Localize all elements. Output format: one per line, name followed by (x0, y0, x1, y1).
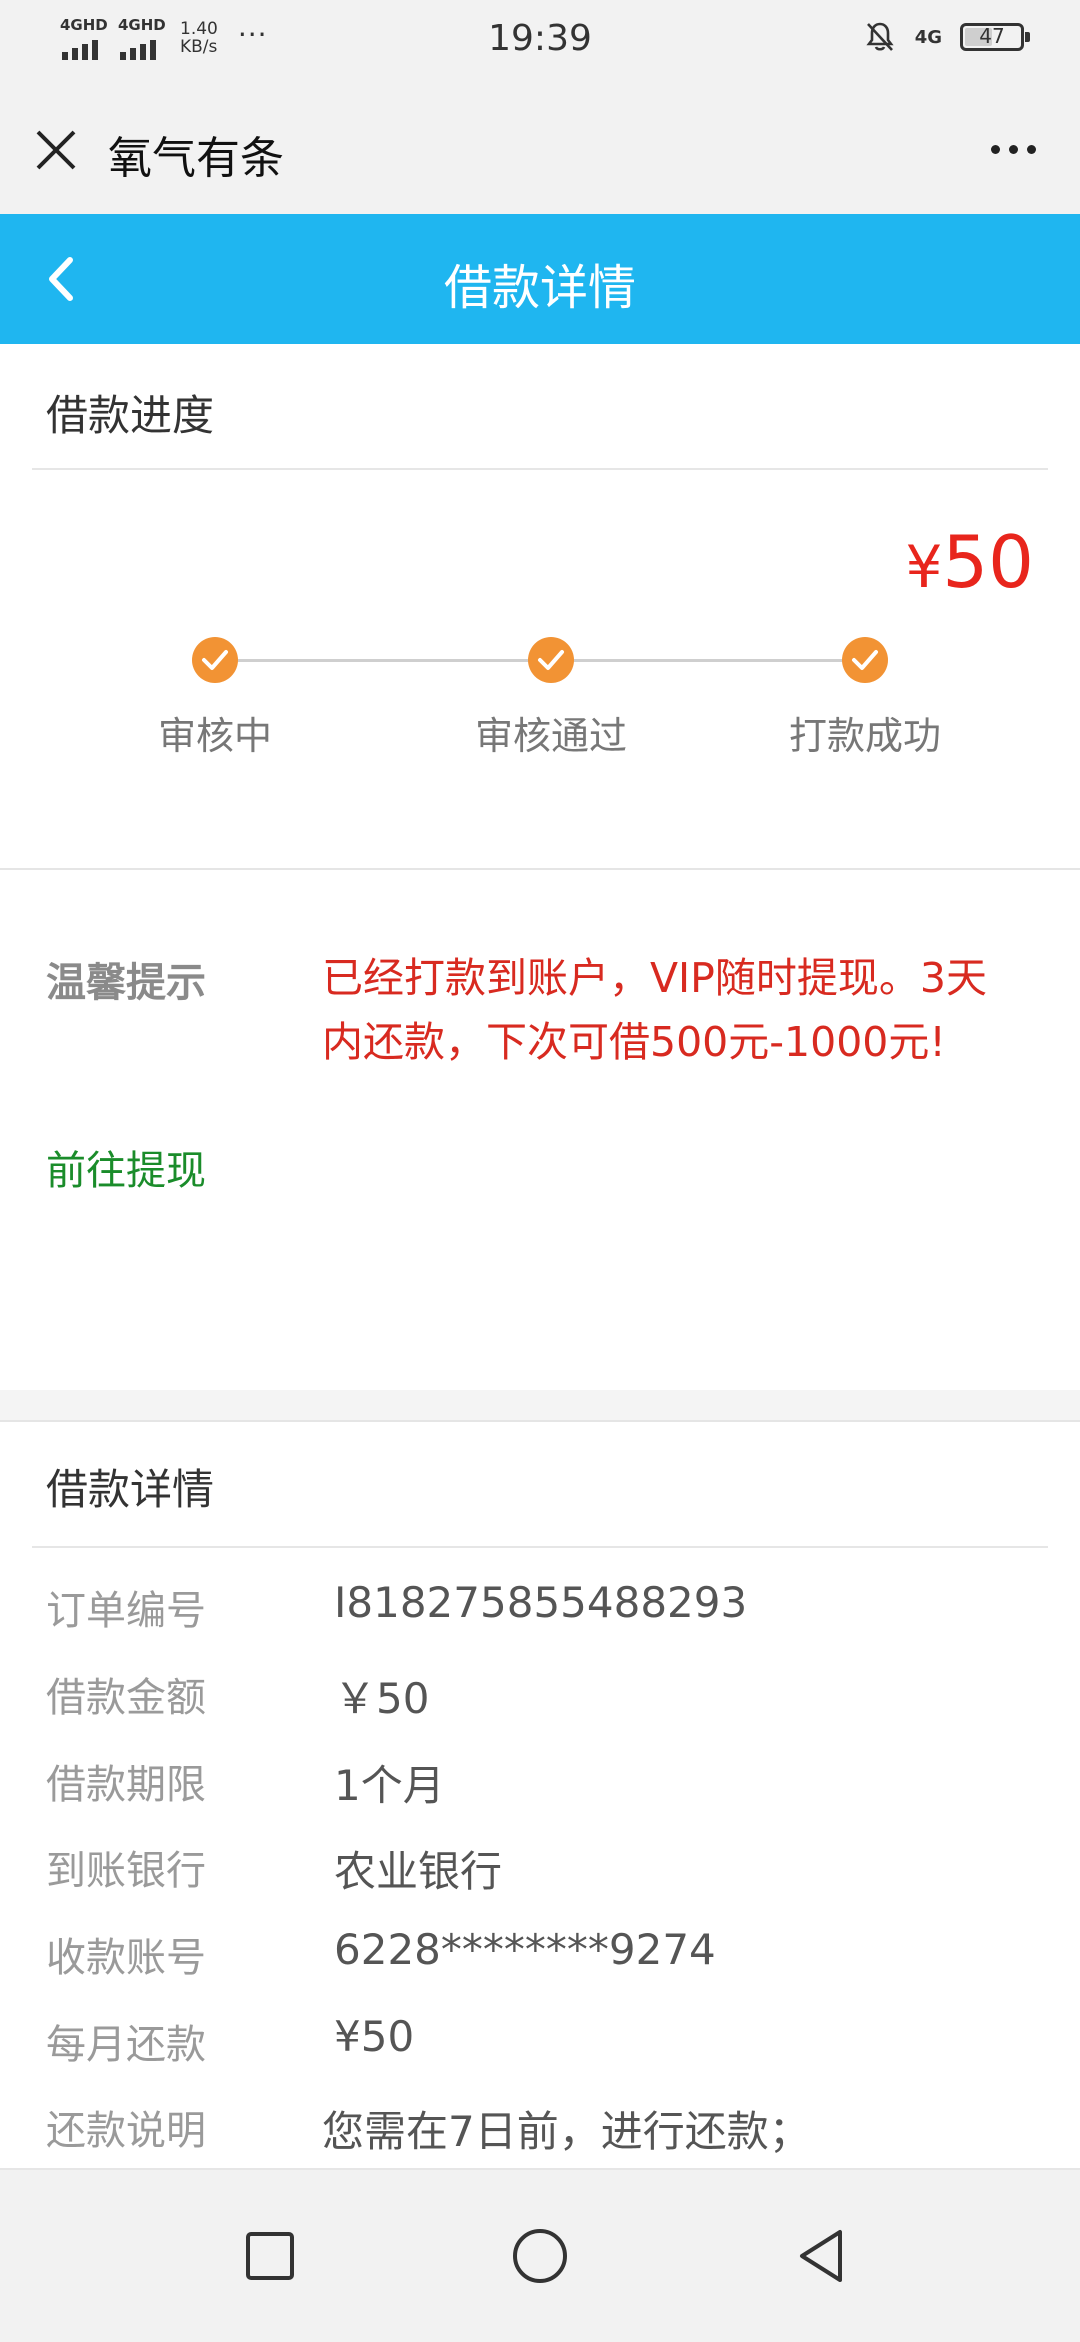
status-bar: 4GHD 4GHD 1.40 KB/s ··· 19:39 4G 47 (0, 0, 1080, 84)
close-button[interactable] (32, 126, 80, 174)
square-icon (246, 2232, 294, 2280)
status-right: 4G 47 (863, 20, 1030, 54)
detail-row-monthly-repayment: 每月还款 ¥50 (0, 2012, 1080, 2072)
detail-key: 借款金额 (46, 1675, 206, 1721)
step-label-approved: 审核通过 (474, 714, 627, 758)
section-divider (0, 868, 1080, 870)
close-icon (36, 130, 76, 170)
battery-icon: 47 (960, 23, 1030, 51)
recent-apps-button[interactable] (238, 2224, 302, 2288)
more-button[interactable] (978, 124, 1048, 174)
progress-section-title: 借款进度 (46, 391, 215, 440)
amount-value: 50 (942, 520, 1034, 604)
tip-label: 温馨提示 (46, 960, 206, 1006)
step-label-paid: 打款成功 (788, 714, 941, 758)
detail-key: 每月还款 (46, 2022, 206, 2068)
circle-icon (513, 2229, 567, 2283)
step-check-icon (528, 637, 574, 683)
tip-text: 已经打款到账户，VIP随时提现。3天内还款，下次可借500元-1000元! (322, 954, 987, 1066)
detail-value: ￥50 (334, 1674, 430, 1723)
detail-row-repayment-note: 还款说明 您需在7日前，进行还款； (0, 2098, 1080, 2158)
detail-value: I818275855488293 (334, 1578, 748, 1627)
step-check-icon (192, 637, 238, 683)
detail-value: 您需在7日前，进行还款； (322, 2107, 811, 2156)
detail-row-bank: 到账银行 农业银行 (0, 1838, 1080, 1898)
detail-key: 到账银行 (46, 1848, 206, 1894)
system-back-button[interactable] (790, 2224, 854, 2288)
detail-value: 1个月 (334, 1761, 445, 1810)
details-section-title: 借款详情 (46, 1465, 215, 1514)
triangle-back-icon (800, 2230, 842, 2282)
currency-symbol: ¥ (905, 533, 943, 601)
detail-value: 农业银行 (334, 1847, 503, 1896)
divider (32, 468, 1048, 470)
step-label-reviewing: 审核中 (157, 714, 272, 758)
step-check-icon (842, 637, 888, 683)
bell-muted-icon (866, 22, 894, 51)
loan-amount: ¥50 (905, 520, 1034, 604)
detail-value: ¥50 (334, 2012, 415, 2061)
section-gap (0, 1390, 1080, 1422)
section-divider (0, 1420, 1080, 1422)
detail-row-loan-amount: 借款金额 ￥50 (0, 1665, 1080, 1725)
app-title: 氧气有条 (108, 133, 284, 184)
detail-key: 订单编号 (46, 1588, 206, 1634)
detail-key: 借款期限 (46, 1762, 206, 1808)
divider (32, 1546, 1048, 1548)
detail-key: 还款说明 (46, 2108, 206, 2154)
withdraw-link[interactable]: 前往提现 (46, 1138, 206, 1196)
page-header: 借款详情 (0, 214, 1080, 344)
detail-row-order-number: 订单编号 I818275855488293 (0, 1578, 1080, 1638)
detail-row-loan-term: 借款期限 1个月 (0, 1752, 1080, 1812)
home-button[interactable] (508, 2224, 572, 2288)
system-nav-bar (0, 2168, 1080, 2342)
more-dots-icon (990, 144, 1000, 154)
detail-row-account: 收款账号 6228********9274 (0, 1925, 1080, 1985)
battery-level: 47 (979, 24, 1005, 48)
detail-value: 6228********9274 (334, 1925, 716, 1974)
detail-key: 收款账号 (46, 1935, 206, 1981)
page-title: 借款详情 (443, 260, 636, 316)
network-type: 4G (914, 26, 942, 48)
app-bar: 氧气有条 (0, 84, 1080, 214)
